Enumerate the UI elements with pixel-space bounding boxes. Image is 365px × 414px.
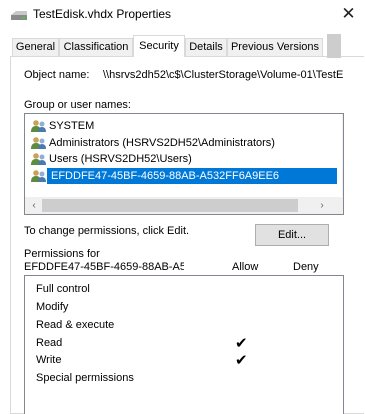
permission-special: Special permissions xyxy=(36,372,134,384)
permissions-list: Full control Modify Read & execute Read … xyxy=(24,275,344,414)
group-user-list[interactable]: SYSTEM Administrators (HSRVS2DH52\Admini… xyxy=(24,113,344,215)
horizontal-scrollbar[interactable]: ‹ › xyxy=(25,197,343,214)
edit-button[interactable]: Edit... xyxy=(255,224,329,246)
tab-details[interactable]: Details xyxy=(185,38,227,56)
user-name: Administrators (HSRVS2DH52\Administrator… xyxy=(49,137,275,149)
vertical-scroll-thumb[interactable] xyxy=(327,34,341,58)
scroll-left-icon[interactable]: ‹ xyxy=(27,197,41,214)
permissions-for-label: Permissions for xyxy=(24,248,100,260)
tab-classification[interactable]: Classification xyxy=(59,38,133,56)
group-user-names-label: Group or user names: xyxy=(24,99,131,111)
user-name: SYSTEM xyxy=(49,120,95,132)
object-name-value: \\hsrvs2dh52\c$\ClusterStorage\Volume-01… xyxy=(103,69,344,81)
permissions-for-user: EFDDFE47-45BF-4659-88AB-A53 xyxy=(24,261,184,273)
user-name: Users (HSRVS2DH52\Users) xyxy=(49,153,192,165)
user-name: EFDDFE47-45BF-4659-88AB-A532FF6A9EE6 xyxy=(47,168,337,184)
close-button[interactable]: ✕ xyxy=(332,0,365,28)
permission-write: Write xyxy=(36,354,62,366)
tab-general[interactable]: General xyxy=(12,38,59,56)
tab-previous-versions[interactable]: Previous Versions xyxy=(227,38,323,56)
deny-column-header: Deny xyxy=(293,261,319,273)
permission-read-execute: Read & execute xyxy=(36,319,115,331)
scroll-right-icon[interactable]: › xyxy=(315,197,329,214)
change-permissions-text: To change permissions, click Edit. xyxy=(24,225,190,237)
permission-modify: Modify xyxy=(36,301,69,313)
vertical-scrollbar[interactable] xyxy=(342,114,343,196)
permission-full-control: Full control xyxy=(36,283,90,295)
drive-icon xyxy=(11,11,27,20)
object-name-label: Object name: xyxy=(24,69,90,81)
allow-column-header: Allow xyxy=(232,261,259,273)
horizontal-scroll-thumb[interactable] xyxy=(42,199,298,212)
users-icon xyxy=(31,170,46,182)
read-allow-check-icon: ✔ xyxy=(235,335,248,352)
tab-security[interactable]: Security xyxy=(133,35,185,57)
users-icon xyxy=(31,153,46,165)
window-title: TestEdisk.vhdx Properties xyxy=(33,7,172,21)
write-allow-check-icon: ✔ xyxy=(235,352,248,369)
users-icon xyxy=(31,120,46,132)
close-icon: ✕ xyxy=(341,4,356,23)
permission-read: Read xyxy=(36,337,63,349)
users-icon xyxy=(31,137,46,149)
